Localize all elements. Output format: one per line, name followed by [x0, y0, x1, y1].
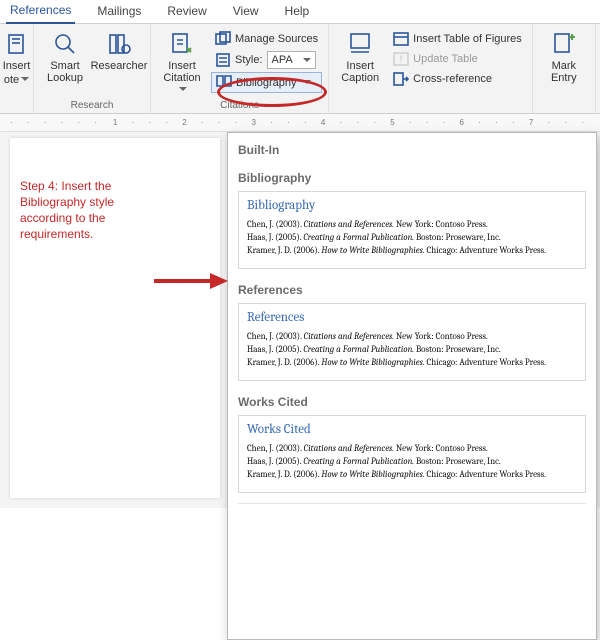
update-table-label: Update Table — [413, 53, 478, 65]
gallery-heading-works-cited: Works Cited — [238, 395, 586, 409]
bib-entry: Haas, J. (2005). Creating a Formal Publi… — [247, 344, 577, 357]
books-icon — [106, 30, 132, 58]
insert-table-figures-button[interactable]: Insert Table of Figures — [389, 30, 526, 48]
bibliography-label: Bibliography — [236, 77, 297, 89]
style-label: Style: — [235, 54, 263, 66]
card-title: Works Cited — [247, 422, 577, 437]
gallery-builtin-heading: Built-In — [238, 143, 586, 157]
magnifier-icon — [52, 30, 78, 58]
bib-entry: Kramer, J. D. (2006). How to Write Bibli… — [247, 245, 577, 258]
insert-note-sub: ote — [4, 74, 29, 86]
chevron-down-icon — [301, 77, 311, 89]
gallery-item-bibliography[interactable]: Bibliography Chen, J. (2003). Citations … — [238, 191, 586, 269]
manage-sources-button[interactable]: Manage Sources — [211, 30, 322, 48]
cross-reference-button[interactable]: Cross-reference — [389, 70, 526, 88]
svg-text:!: ! — [400, 54, 403, 64]
gallery-heading-references: References — [238, 283, 586, 297]
group-research-label: Research — [71, 98, 114, 113]
bibliography-button[interactable]: Bibliography — [211, 72, 322, 93]
insert-note-button[interactable]: Insert ote — [2, 26, 32, 86]
bib-entry: Kramer, J. D. (2006). How to Write Bibli… — [247, 357, 577, 370]
mark-entry-icon — [553, 30, 575, 58]
style-selector[interactable]: Style: APA — [211, 50, 322, 70]
instruction-text: Step 4: Insert the Bibliography style ac… — [20, 178, 150, 242]
gallery-separator — [238, 503, 586, 504]
group-research: Smart Lookup Researcher Research — [34, 24, 151, 113]
ruler-left: · · · · · · — [10, 118, 103, 127]
style-value[interactable]: APA — [267, 51, 316, 69]
card-title: References — [247, 310, 577, 325]
sources-icon — [215, 31, 231, 47]
bib-entry: Kramer, J. D. (2006). How to Write Bibli… — [247, 469, 577, 482]
insert-citation-button[interactable]: Insert Citation — [157, 26, 207, 96]
group-citations-label: Citations — [220, 98, 259, 113]
tab-mailings[interactable]: Mailings — [93, 0, 145, 23]
group-captions-label — [429, 98, 432, 113]
bib-entry: Haas, J. (2005). Creating a Formal Publi… — [247, 232, 577, 245]
tab-review[interactable]: Review — [163, 0, 210, 23]
mark-entry-label: Mark Entry — [551, 60, 577, 84]
group-citations: Insert Citation Manage Sources Style: AP… — [151, 24, 329, 113]
researcher-button[interactable]: Researcher — [94, 26, 144, 72]
tab-view[interactable]: View — [229, 0, 263, 23]
bib-entry: Haas, J. (2005). Creating a Formal Publi… — [247, 456, 577, 469]
ribbon-tabs: References Mailings Review View Help — [0, 0, 600, 24]
bib-entry: Chen, J. (2003). Citations and Reference… — [247, 219, 577, 232]
insert-caption-label: Insert Caption — [341, 60, 379, 84]
tab-help[interactable]: Help — [281, 0, 314, 23]
insert-caption-button[interactable]: Insert Caption — [335, 26, 385, 84]
update-table-button: ! Update Table — [389, 50, 526, 68]
smart-lookup-button[interactable]: Smart Lookup — [40, 26, 90, 84]
researcher-label: Researcher — [91, 60, 148, 72]
bib-entry: Chen, J. (2003). Citations and Reference… — [247, 443, 577, 456]
tab-references[interactable]: References — [6, 0, 75, 24]
update-table-icon: ! — [393, 51, 409, 67]
gallery-item-references[interactable]: References Chen, J. (2003). Citations an… — [238, 303, 586, 381]
group-index: Mark Entry — [533, 24, 596, 113]
cross-ref-icon — [393, 71, 409, 87]
insert-citation-label: Insert Citation — [159, 60, 205, 96]
manage-sources-label: Manage Sources — [235, 33, 318, 45]
table-figures-icon — [393, 31, 409, 47]
document-area: Step 4: Insert the Bibliography style ac… — [0, 132, 600, 508]
citation-icon — [170, 30, 194, 58]
caption-icon — [348, 30, 372, 58]
insert-table-figures-label: Insert Table of Figures — [413, 33, 522, 45]
ruler-right: 1 · · · 2 · · · 3 · · · 4 · · · 5 · · · … — [113, 118, 590, 127]
smart-lookup-label: Smart Lookup — [47, 60, 83, 84]
horizontal-ruler[interactable]: · · · · · · 1 · · · 2 · · · 3 · · · 4 · … — [0, 114, 600, 132]
ribbon: Insert ote Smart Lookup Researcher Resea… — [0, 24, 600, 114]
group-captions: Insert Caption Insert Table of Figures !… — [329, 24, 533, 113]
card-title: Bibliography — [247, 198, 577, 213]
mark-entry-button[interactable]: Mark Entry — [539, 26, 589, 84]
document-page[interactable]: Step 4: Insert the Bibliography style ac… — [10, 138, 220, 498]
insert-note-label: Insert — [3, 60, 31, 72]
gallery-heading-bibliography: Bibliography — [238, 171, 586, 185]
cross-reference-label: Cross-reference — [413, 73, 492, 85]
bibliography-gallery: Built-In Bibliography Bibliography Chen,… — [227, 132, 597, 640]
note-icon — [7, 30, 27, 58]
bib-entry: Chen, J. (2003). Citations and Reference… — [247, 331, 577, 344]
bibliography-icon — [216, 74, 232, 91]
style-icon — [215, 52, 231, 68]
gallery-item-works-cited[interactable]: Works Cited Chen, J. (2003). Citations a… — [238, 415, 586, 493]
